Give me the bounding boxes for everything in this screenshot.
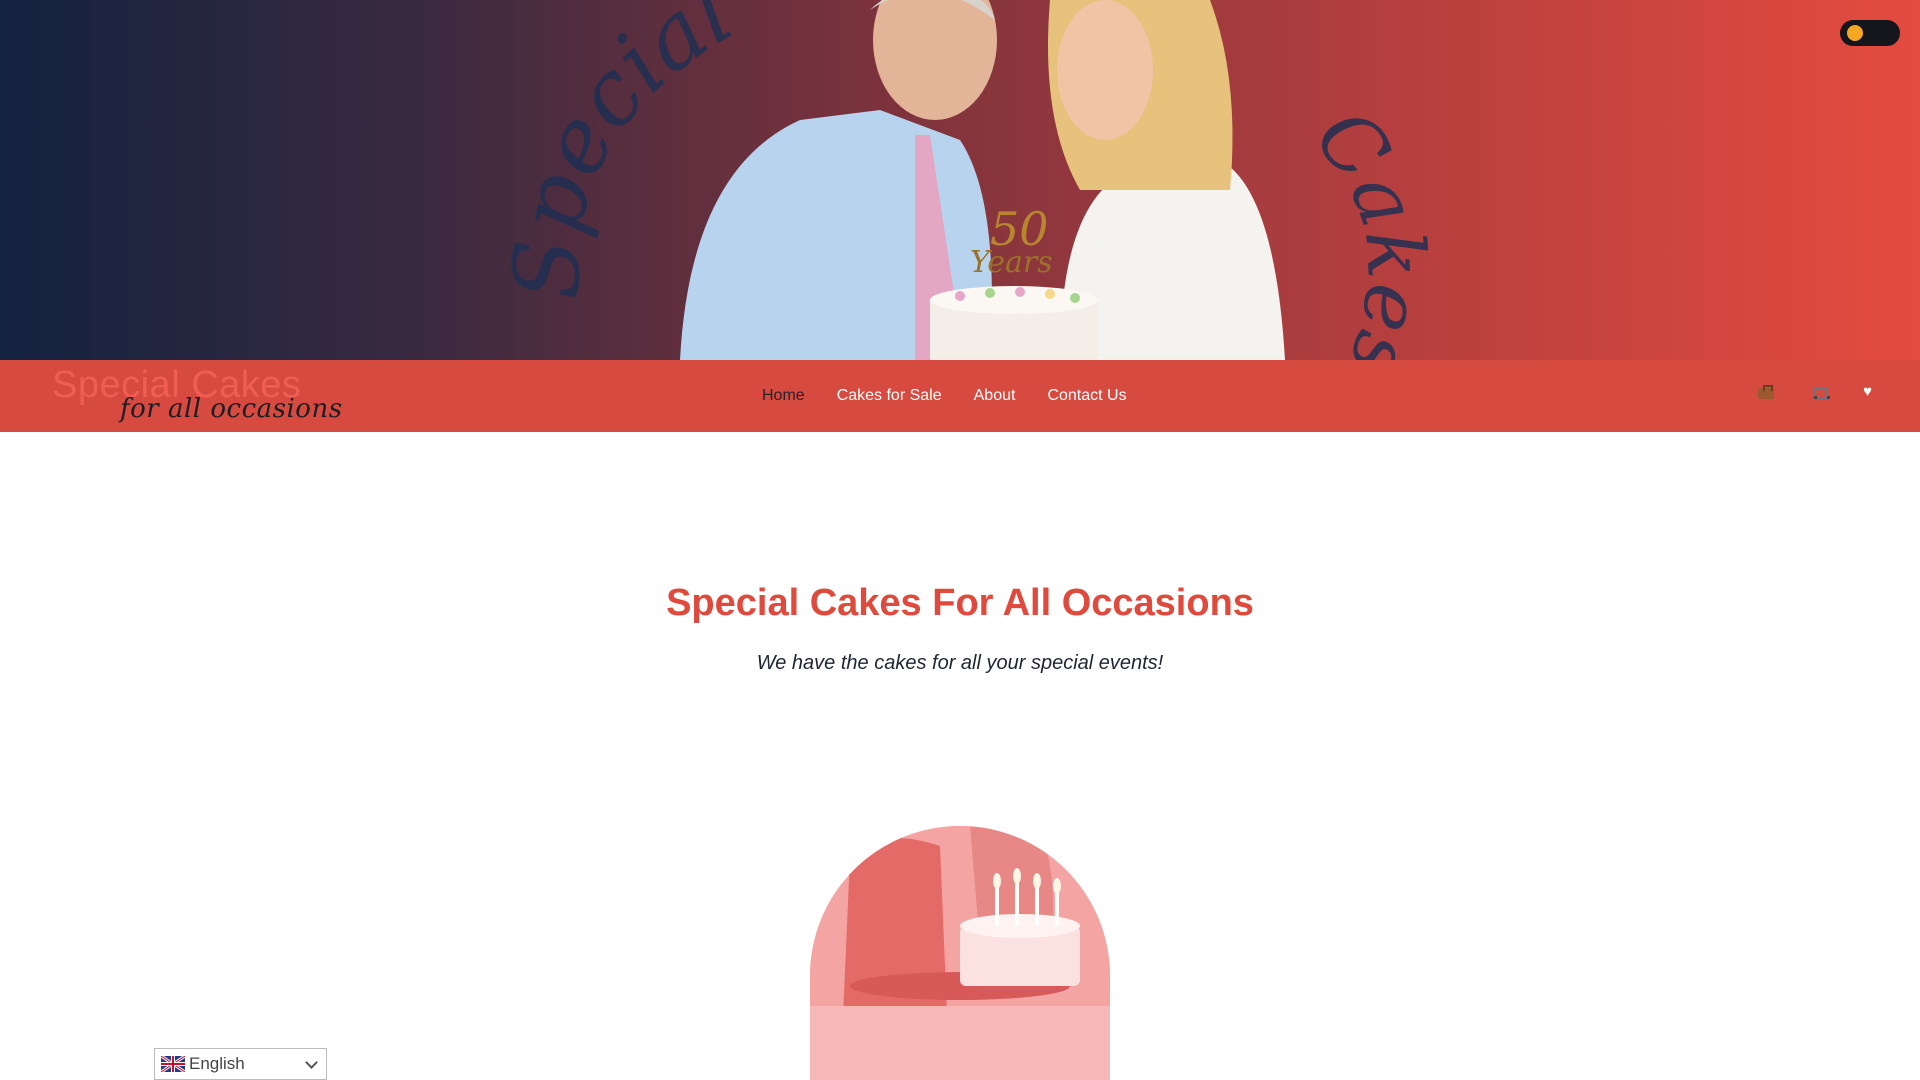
briefcase-icon[interactable] bbox=[1757, 384, 1775, 399]
nav-icons: ♥ bbox=[1721, 384, 1872, 399]
hero-banner: Special Cakes 50 Years bbox=[0, 0, 1920, 360]
hero-image: Special Cakes 50 Years bbox=[495, 0, 1443, 360]
page-tagline: We have the cakes for all your special e… bbox=[756, 652, 1164, 674]
language-selector[interactable]: English bbox=[154, 1048, 327, 1080]
uk-flag-icon bbox=[161, 1056, 185, 1072]
chevron-down-icon bbox=[305, 1056, 318, 1069]
nav-menu: Home Cakes for Sale About Contact Us bbox=[762, 360, 1159, 432]
hero-cake bbox=[930, 286, 1098, 360]
page-headline: Special Cakes For All Occasions bbox=[666, 582, 1254, 624]
heart-icon[interactable]: ♥ bbox=[1863, 384, 1872, 399]
nav-item-contact-us[interactable]: Contact Us bbox=[1047, 387, 1126, 405]
nav-item-about[interactable]: About bbox=[974, 387, 1016, 405]
cart-icon[interactable] bbox=[1811, 385, 1831, 399]
birthday-cake-image bbox=[810, 826, 1110, 1080]
cake-topper-text: Years bbox=[970, 245, 1053, 280]
language-label: English bbox=[189, 1054, 245, 1073]
dark-mode-toggle[interactable] bbox=[1840, 20, 1900, 46]
logo-sub-text: for all occasions bbox=[120, 394, 343, 424]
toggle-knob bbox=[1847, 25, 1863, 41]
main-navbar: Special Cakes for all occasions Home Cak… bbox=[0, 360, 1920, 432]
site-logo[interactable]: Special Cakes for all occasions bbox=[52, 364, 342, 428]
nav-item-cakes-for-sale[interactable]: Cakes for Sale bbox=[837, 387, 942, 405]
nav-item-home[interactable]: Home bbox=[762, 387, 805, 405]
hero-decor-right-text: Cakes bbox=[1297, 92, 1443, 360]
